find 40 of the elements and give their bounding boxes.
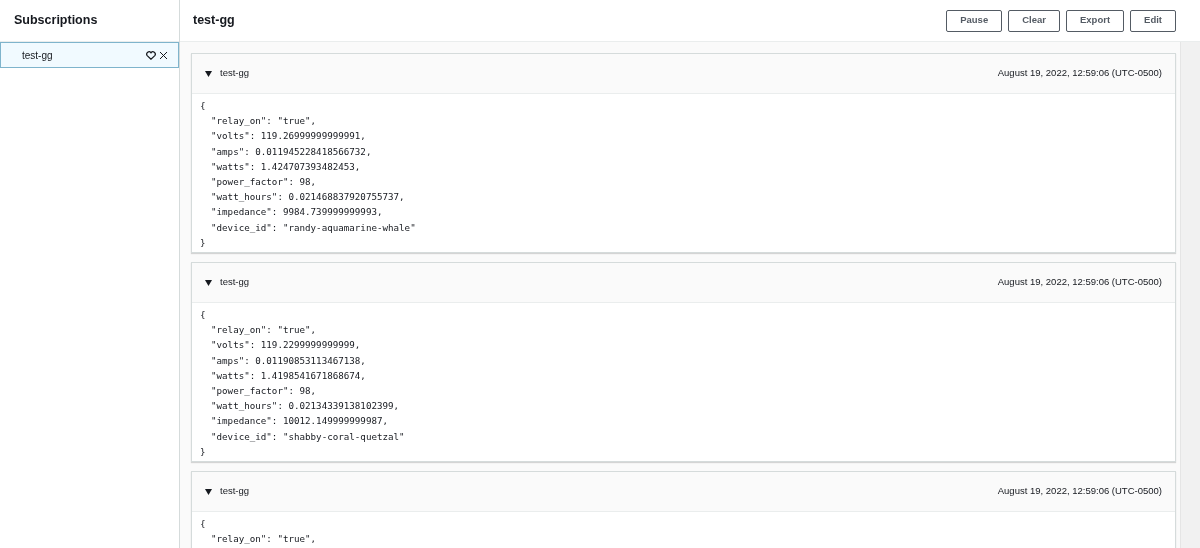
- json-line: "watt_hours": 0.02134339138102399,: [211, 399, 400, 414]
- subscription-item[interactable]: test-gg: [0, 42, 179, 68]
- json-line: "watts": 1.4198541671868674,: [211, 368, 366, 383]
- toolbar-button[interactable]: Pause: [946, 9, 1003, 32]
- json-line: {: [200, 308, 206, 323]
- json-line: "volts": 119.26999999999991,: [211, 129, 366, 144]
- json-line: "amps": 0.011945228418566732,: [211, 144, 372, 159]
- json-line: {: [200, 517, 206, 532]
- json-line: "volts": 119.2299999999999,: [211, 338, 361, 353]
- json-line: "amps": 0.01190853113467138,: [211, 353, 366, 368]
- toolbar-button[interactable]: Edit: [1130, 9, 1176, 32]
- sidebar-title: Subscriptions: [14, 12, 98, 30]
- timestamp: August 19, 2022, 12:59:06 (UTC-0500): [997, 275, 1162, 290]
- page-title: test-gg: [193, 12, 235, 30]
- topic-label: test-gg: [220, 275, 250, 290]
- json-line: }: [200, 235, 206, 250]
- json-line: "impedance": 10012.149999999987,: [211, 414, 388, 429]
- caret-icon[interactable]: [205, 70, 212, 77]
- json-line: "device_id": "randy-aquamarine-whale": [211, 220, 416, 235]
- json-line: "relay_on": "true",: [211, 532, 317, 547]
- toolbar-button[interactable]: Clear: [1008, 9, 1060, 32]
- json-line: }: [200, 444, 206, 459]
- json-line: "impedance": 9984.739999999993,: [211, 205, 383, 220]
- caret-icon[interactable]: [205, 279, 212, 286]
- timestamp: August 19, 2022, 12:59:06 (UTC-0500): [997, 484, 1162, 499]
- heart-icon[interactable]: [146, 50, 156, 60]
- json-line: "relay_on": "true",: [211, 323, 317, 338]
- timestamp: August 19, 2022, 12:59:06 (UTC-0500): [997, 66, 1162, 81]
- topic-label: test-gg: [220, 66, 250, 81]
- json-line: "watt_hours": 0.021468837920755737,: [211, 190, 405, 205]
- topic-label: test-gg: [220, 484, 250, 499]
- caret-icon[interactable]: [205, 488, 212, 495]
- json-line: "device_id": "shabby-coral-quetzal": [211, 429, 405, 444]
- json-line: "power_factor": 98,: [211, 175, 317, 189]
- json-line: "relay_on": "true",: [211, 114, 317, 129]
- close-icon[interactable]: [159, 50, 168, 60]
- toolbar-button[interactable]: Export: [1065, 9, 1125, 32]
- json-line: "power_factor": 98,: [211, 384, 317, 399]
- json-line: {: [200, 99, 206, 113]
- json-line: "watts": 1.424707393482453,: [211, 159, 361, 174]
